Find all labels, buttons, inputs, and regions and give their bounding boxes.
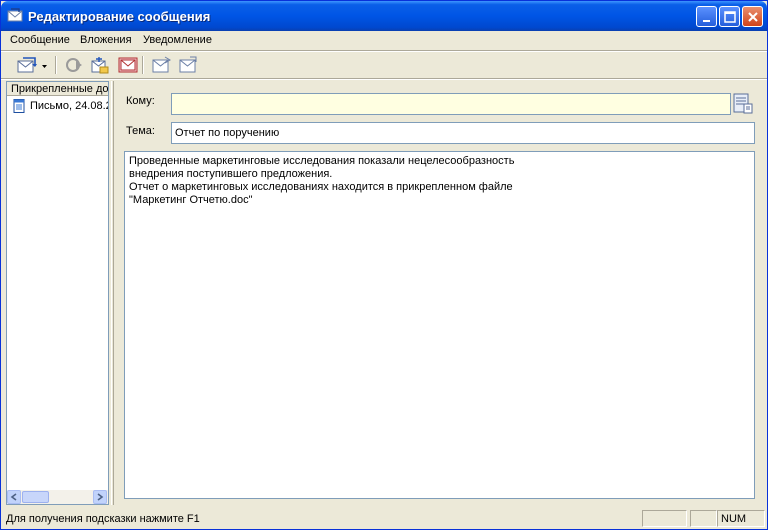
scroll-left-button[interactable] (7, 490, 21, 504)
subject-field[interactable]: Отчет по поручению (171, 122, 755, 144)
to-label: Кому: (126, 95, 155, 107)
horizontal-scrollbar[interactable] (7, 490, 108, 504)
status-hint: Для получения подсказки нажмите F1 (6, 513, 200, 525)
attached-documents-header[interactable]: Прикрепленные документы (7, 82, 108, 96)
status-num-pane: NUM (717, 510, 765, 527)
toolbar-separator-2 (142, 56, 144, 74)
message-body[interactable]: Проведенные маркетинговые исследования п… (124, 151, 755, 499)
message-app-icon (7, 8, 23, 24)
attach-file-icon[interactable] (87, 54, 109, 76)
delete-message-icon[interactable] (116, 54, 138, 76)
panel-splitter[interactable] (111, 81, 114, 505)
address-book-button[interactable] (732, 92, 754, 116)
toolbar (1, 52, 767, 78)
message-form: Кому: Тема: Отчет по поручению Проведенн… (115, 81, 765, 505)
forward-icon (62, 54, 84, 76)
num-lock-indicator: NUM (721, 513, 747, 525)
scroll-right-button[interactable] (93, 490, 107, 504)
subject-label: Тема: (126, 125, 155, 137)
send-button[interactable] (15, 54, 37, 76)
body-line: "Маркетинг Отчетю.doc" (129, 194, 253, 206)
menu-attachments[interactable]: Вложения (80, 34, 132, 46)
toolbar-separator-line (1, 78, 767, 80)
maximize-button[interactable] (719, 6, 740, 27)
window-title: Редактирование сообщения (28, 9, 211, 24)
menu-message[interactable]: Сообщение (10, 34, 70, 46)
title-bar[interactable]: Редактирование сообщения (1, 1, 767, 31)
to-field[interactable] (171, 93, 731, 115)
document-icon (13, 99, 25, 113)
subject-value: Отчет по поручению (175, 127, 280, 139)
status-pane-1 (642, 510, 687, 527)
send-dropdown-icon[interactable] (39, 54, 51, 76)
body-line: внедрения поступившего предложения. (129, 168, 333, 180)
reply-icon[interactable] (149, 54, 171, 76)
attached-documents-panel: Прикрепленные документы Письмо, 24.08.2 (6, 81, 109, 505)
list-item[interactable]: Письмо, 24.08.2 (10, 99, 108, 113)
status-bar: Для получения подсказки нажмите F1 NUM (1, 508, 767, 529)
list-item-label: Письмо, 24.08.2 (30, 100, 108, 112)
menu-bar: Сообщение Вложения Уведомление (1, 31, 767, 50)
menu-notification[interactable]: Уведомление (143, 34, 212, 46)
toolbar-separator (55, 56, 57, 74)
close-button[interactable] (742, 6, 763, 27)
body-line: Отчет о маркетинговых исследованиях нахо… (129, 181, 513, 193)
status-pane-2 (690, 510, 717, 527)
scroll-thumb[interactable] (22, 491, 49, 503)
body-line: Проведенные маркетинговые исследования п… (129, 155, 515, 167)
minimize-button[interactable] (696, 6, 717, 27)
message-edit-window: Редактирование сообщения Сообщение Вложе… (0, 0, 768, 530)
reply-all-icon[interactable] (176, 54, 198, 76)
